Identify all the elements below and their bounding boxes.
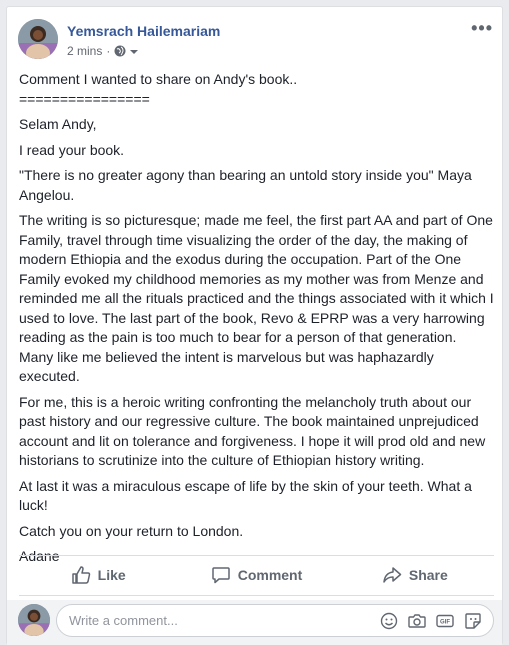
post-card: Yemsrach Hailemariam 2 mins · ••• Commen… <box>6 6 503 645</box>
post-time[interactable]: 2 mins <box>67 44 102 58</box>
post-paragraph: For me, this is a heroic writing confron… <box>19 393 486 469</box>
gif-icon[interactable]: GIF <box>435 611 455 631</box>
author-name[interactable]: Yemsrach Hailemariam <box>67 23 220 39</box>
post-header: Yemsrach Hailemariam 2 mins · ••• <box>18 19 493 65</box>
comment-tools: GIF <box>371 611 483 631</box>
current-user-avatar[interactable] <box>18 604 50 636</box>
actions-divider-bottom <box>19 595 494 596</box>
post-paragraph: "There is no greater agony than bearing … <box>19 167 472 203</box>
comment-label: Comment <box>237 567 303 583</box>
comment-input-box[interactable]: GIF <box>56 604 494 637</box>
like-button[interactable]: Like <box>19 558 177 592</box>
meta-separator: · <box>106 44 111 58</box>
share-icon <box>383 567 402 583</box>
post-paragraph: Catch you on your return to London. <box>19 522 244 539</box>
more-options-icon[interactable]: ••• <box>471 19 493 37</box>
sticker-icon[interactable] <box>463 611 483 631</box>
share-label: Share <box>408 567 448 583</box>
post-paragraph: The writing is so picturesque; made me f… <box>19 212 494 384</box>
globe-icon[interactable] <box>114 45 126 57</box>
comment-icon <box>211 567 230 584</box>
post-meta: 2 mins · <box>67 44 139 58</box>
post-paragraph: At last it was a miraculous escape of li… <box>19 477 472 514</box>
post-actions: Like Comment Share <box>19 558 494 592</box>
post-body: Comment I wanted to share on Andy's book… <box>19 70 494 573</box>
comment-composer: GIF <box>7 600 502 645</box>
camera-icon[interactable] <box>407 611 427 631</box>
like-icon <box>71 566 90 584</box>
emoji-icon[interactable] <box>379 611 399 631</box>
comment-button[interactable]: Comment <box>177 558 335 592</box>
comment-input[interactable] <box>69 613 369 628</box>
post-paragraph: Comment I wanted to share on Andy's book… <box>19 71 298 107</box>
svg-text:GIF: GIF <box>440 620 450 626</box>
share-button[interactable]: Share <box>336 558 494 592</box>
actions-divider-top <box>19 555 494 556</box>
chevron-down-icon[interactable] <box>129 46 139 56</box>
post-paragraph: Selam Andy, <box>19 116 97 132</box>
like-label: Like <box>97 567 126 583</box>
author-avatar[interactable] <box>18 19 58 59</box>
post-paragraph: I read your book. <box>19 141 125 158</box>
